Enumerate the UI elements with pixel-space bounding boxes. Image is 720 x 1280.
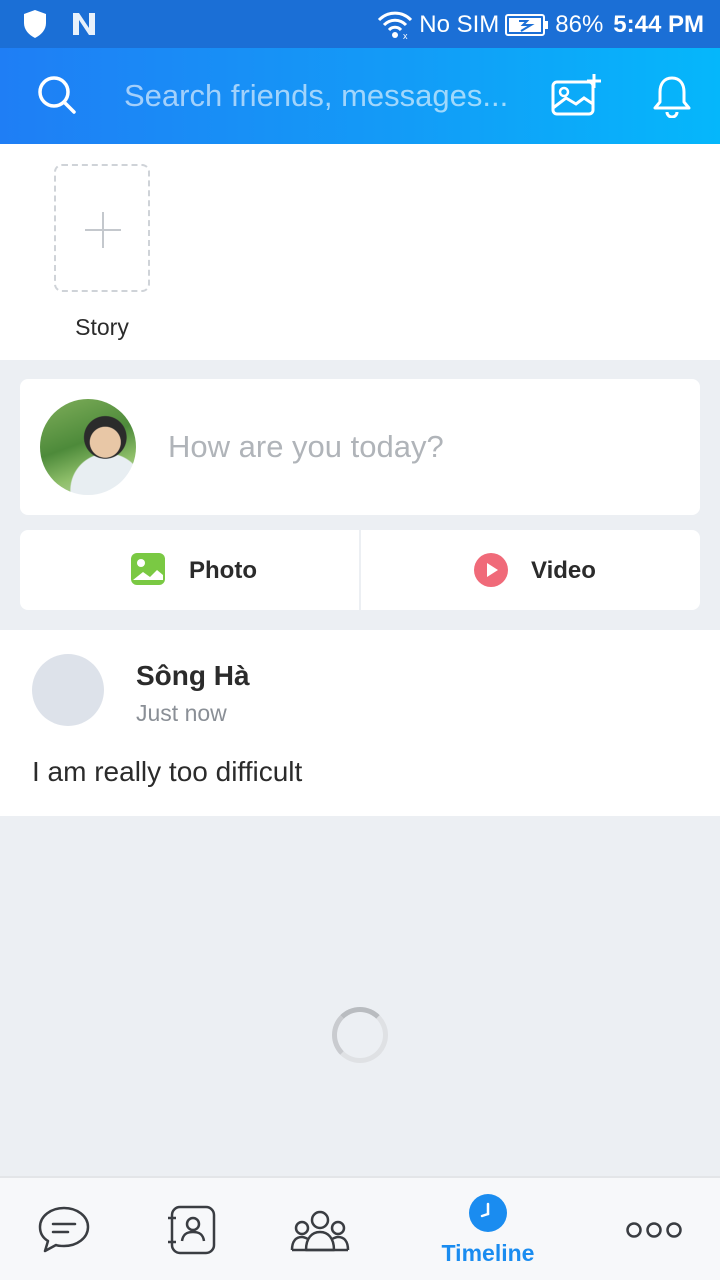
n-notification-icon	[73, 13, 95, 35]
add-story-button[interactable]	[54, 164, 150, 292]
video-icon	[474, 553, 508, 587]
contacts-icon	[168, 1205, 216, 1255]
groups-icon	[290, 1210, 350, 1252]
wifi-icon: x	[378, 11, 413, 40]
nav-timeline[interactable]: Timeline	[428, 1178, 548, 1280]
clock-text: 5:44 PM	[613, 11, 704, 38]
video-label: Video	[531, 557, 596, 584]
video-button[interactable]: Video	[361, 530, 700, 610]
more-icon	[626, 1222, 682, 1238]
chat-icon	[38, 1206, 90, 1253]
timeline-label: Timeline	[441, 1240, 535, 1266]
status-bar: x No SIM 86% 5:44 PM	[0, 0, 720, 48]
post-author[interactable]: Sông Hà	[136, 660, 250, 692]
timeline-icon	[469, 1194, 507, 1232]
bell-icon[interactable]	[652, 74, 692, 118]
story-label: Story	[75, 314, 129, 340]
composer-input[interactable]: How are you today?	[168, 429, 444, 465]
loading-spinner-icon	[332, 1007, 388, 1063]
add-photo-icon[interactable]	[550, 72, 604, 120]
search-input[interactable]: Search friends, messages...	[124, 78, 519, 114]
photo-button[interactable]: Photo	[20, 530, 359, 610]
shield-icon	[24, 10, 46, 38]
battery-text: 86%	[555, 11, 604, 38]
bottom-navigation: Timeline	[0, 1176, 720, 1280]
photo-icon	[131, 553, 165, 585]
story-section: Story	[0, 144, 720, 360]
feed-post[interactable]: Sông Hà Just now I am really too difficu…	[0, 630, 720, 816]
post-text: I am really too difficult	[32, 756, 303, 787]
composer-actions: Photo Video	[20, 530, 700, 610]
svg-text:x: x	[403, 31, 408, 40]
top-app-bar: Search friends, messages...	[0, 48, 720, 144]
avatar[interactable]	[32, 654, 104, 726]
post-timestamp: Just now	[136, 700, 227, 726]
nav-groups[interactable]	[290, 1178, 350, 1280]
avatar[interactable]	[40, 399, 136, 495]
nav-more[interactable]	[624, 1178, 686, 1280]
battery-icon	[505, 14, 549, 36]
nav-messages[interactable]	[36, 1178, 92, 1280]
post-composer[interactable]: How are you today?	[20, 379, 700, 515]
search-icon[interactable]	[36, 74, 78, 116]
nav-contacts[interactable]	[166, 1178, 218, 1280]
carrier-text: No SIM	[419, 11, 500, 38]
photo-label: Photo	[189, 557, 257, 584]
